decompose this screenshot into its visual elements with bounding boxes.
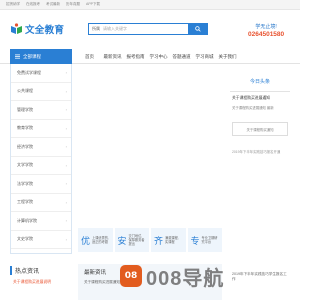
sidebar-item-label: 免费试学课程 — [17, 69, 41, 75]
today-title: 今日头条 — [249, 79, 270, 85]
feature-text: 上课优秀的, 适正的考题 — [92, 236, 109, 244]
chevron-right-icon: › — [65, 144, 67, 150]
top-links-bar: 招贤纳学 在线报考 考试最新 历年真题 APP下载 — [0, 0, 300, 10]
feature-icon: 安 — [117, 236, 127, 247]
sidebar-item-label: 公共课程 — [17, 88, 33, 94]
headline-date-item[interactable]: 2019年下半年实践技巧报名开通 — [226, 136, 294, 155]
logo-text: 文全教育 — [25, 25, 65, 36]
headline-sub[interactable]: 关于课程购买进展通知 最新 — [226, 101, 294, 110]
sidebar-item-label: 文史学院 — [17, 236, 33, 242]
sidebar-item[interactable]: 教育学院 › — [11, 120, 71, 138]
chevron-right-icon: › — [65, 181, 67, 187]
nav-item[interactable]: 学习商城 — [193, 54, 216, 60]
feature-card[interactable]: 安 交门地位, 保障服务者提出 — [114, 228, 149, 252]
sidebar-item[interactable]: 法学学院 › — [11, 175, 71, 194]
feature-card[interactable]: 优 上课优秀的, 适正的考题 — [78, 228, 113, 252]
sidebar-item-label: 管理学院 — [17, 106, 33, 112]
chevron-right-icon: › — [65, 125, 67, 131]
hot-news: 热点资讯 关于课程购买进展说明 — [10, 266, 72, 285]
chevron-right-icon: › — [65, 199, 67, 205]
watermark-text: 008导航 — [146, 267, 225, 290]
sidebar-item[interactable]: 免费试学课程 › — [11, 64, 71, 83]
all-courses-label: 全部课程 — [23, 53, 41, 59]
top-link[interactable]: 在线报考 — [26, 2, 40, 7]
chevron-right-icon: › — [65, 236, 67, 242]
chevron-right-icon: › — [65, 70, 67, 76]
watermark-logo: 08 — [120, 265, 142, 287]
hotline-number: 0264501580 — [248, 31, 285, 38]
headline-box[interactable]: 关于课程购买通知 — [232, 122, 288, 136]
feature-text: 专业卫期研究平台 — [201, 236, 218, 244]
book-logo-icon — [11, 23, 22, 34]
search-button[interactable] — [188, 22, 208, 35]
hot-news-link[interactable]: 关于课程购买进展说明 — [10, 275, 72, 285]
feature-icon: 专 — [190, 236, 200, 247]
chevron-right-icon: › — [65, 88, 67, 94]
sidebar-item[interactable]: 工程学院 › — [11, 194, 71, 212]
sidebar-item[interactable]: 文学学院 › — [11, 157, 71, 175]
hot-news-title: 热点资讯 — [10, 266, 72, 275]
feature-text: 交门地位, 保障服务者提出 — [128, 234, 145, 246]
nav-item[interactable]: 首页 — [78, 54, 101, 60]
sidebar-item-label: 法学学院 — [17, 180, 33, 186]
sidebar-item[interactable]: 公共课程 › — [11, 83, 71, 101]
sidebar-item-label: 文学学院 — [17, 162, 33, 168]
feature-icon: 齐 — [154, 236, 164, 247]
chevron-right-icon: › — [65, 162, 67, 168]
search-input[interactable]: 请输入关键字 — [103, 26, 188, 32]
sidebar-item-label: 计算机学院 — [17, 217, 37, 223]
top-link[interactable]: 招贤纳学 — [6, 2, 20, 7]
top-link[interactable]: 历年真题 — [66, 2, 80, 7]
feature-strip: 优 上课优秀的, 适正的考题 安 交门地位, 保障服务者提出 齐 满载课程, 实… — [78, 228, 222, 252]
nav-item[interactable]: 报考指南 — [124, 54, 147, 60]
sidebar-item-label: 工程学院 — [17, 199, 33, 205]
nav-item[interactable]: 关于我们 — [216, 54, 239, 60]
search-category[interactable]: 所属 — [89, 26, 103, 32]
sidebar-item[interactable]: 经济学院 › — [11, 138, 71, 157]
today-headlines-panel: 今日头条 关于课程购买进展通知 关于课程购买进展通知 最新 关于课程购买通知 2… — [226, 66, 294, 254]
feature-card[interactable]: 专 专业卫期研究平台 — [187, 228, 222, 252]
sidebar-item-label: 经济学院 — [17, 143, 33, 149]
top-link[interactable]: APP下载 — [86, 2, 100, 7]
feature-icon: 优 — [81, 236, 91, 247]
chevron-right-icon: › — [65, 107, 67, 113]
search-box: 所属 请输入关键字 — [88, 22, 208, 35]
feature-card[interactable]: 齐 满载课程, 实课程 — [151, 228, 186, 252]
banner-area[interactable] — [78, 66, 222, 224]
hotline: 学无止境! 0264501580 — [248, 23, 284, 38]
headline-link[interactable]: 关于课程购买进展通知 — [226, 92, 294, 101]
site-logo[interactable]: 文全教育 — [10, 22, 64, 36]
feature-text: 满载课程, 实课程 — [165, 236, 179, 244]
news-side-link[interactable]: 2019年下半年实践技巧学生报名工作 — [226, 264, 294, 290]
search-icon — [195, 25, 201, 32]
menu-icon — [15, 54, 20, 59]
sidebar-item[interactable]: 计算机学院 › — [11, 212, 71, 231]
chevron-right-icon: › — [65, 218, 67, 224]
all-courses-button[interactable]: 全部课程 — [10, 49, 72, 64]
nav-item[interactable]: 最新资讯 — [101, 54, 124, 60]
main-nav: 全部课程 首页 最新资讯 报考指南 学习中心 答题通道 学习商城 关于我们 — [0, 49, 300, 64]
sidebar-item[interactable]: 文史学院 › — [11, 231, 71, 249]
hotline-label: 学无止境! — [255, 24, 277, 30]
sidebar-item[interactable]: 管理学院 › — [11, 101, 71, 120]
nav-item[interactable]: 答题通道 — [170, 54, 193, 60]
top-link[interactable]: 考试最新 — [46, 2, 60, 7]
watermark: 08 008导航 — [120, 264, 225, 290]
course-category-sidebar: 免费试学课程 › 公共课程 › 管理学院 › 教育学院 › 经济学院 › 文学学院 › 法学… — [10, 64, 72, 254]
nav-item[interactable]: 学习中心 — [147, 54, 170, 60]
sidebar-item-label: 教育学院 — [17, 125, 33, 131]
